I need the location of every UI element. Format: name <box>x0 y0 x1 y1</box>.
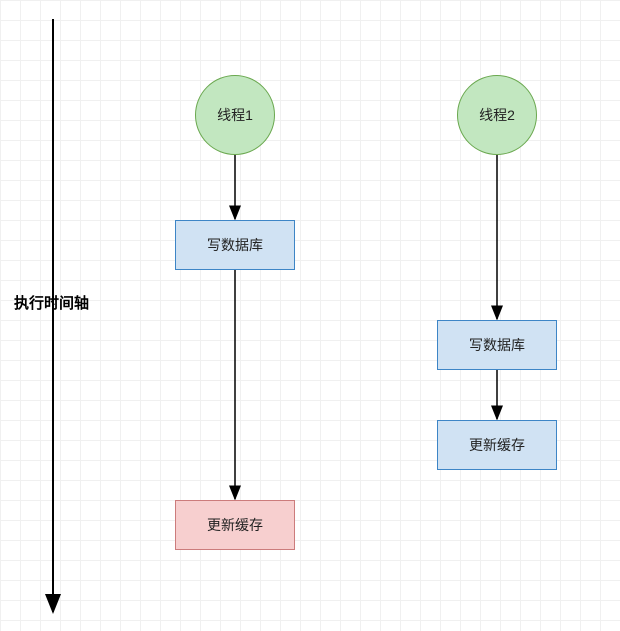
thread2-update-cache: 更新缓存 <box>437 420 557 470</box>
timeline-label: 执行时间轴 <box>14 292 89 313</box>
thread1-step1-label: 写数据库 <box>207 235 263 255</box>
thread2-label: 线程2 <box>479 105 515 125</box>
thread2-start: 线程2 <box>457 75 537 155</box>
thread2-step2-label: 更新缓存 <box>469 435 525 455</box>
thread2-step1-label: 写数据库 <box>469 335 525 355</box>
thread1-start: 线程1 <box>195 75 275 155</box>
thread1-step2-label: 更新缓存 <box>207 515 263 535</box>
thread1-label: 线程1 <box>217 105 253 125</box>
thread2-write-db: 写数据库 <box>437 320 557 370</box>
thread1-write-db: 写数据库 <box>175 220 295 270</box>
diagram-canvas: 执行时间轴 线程1 写数据库 更新缓存 线程2 写数据库 更新缓存 <box>0 0 620 631</box>
thread1-update-cache: 更新缓存 <box>175 500 295 550</box>
